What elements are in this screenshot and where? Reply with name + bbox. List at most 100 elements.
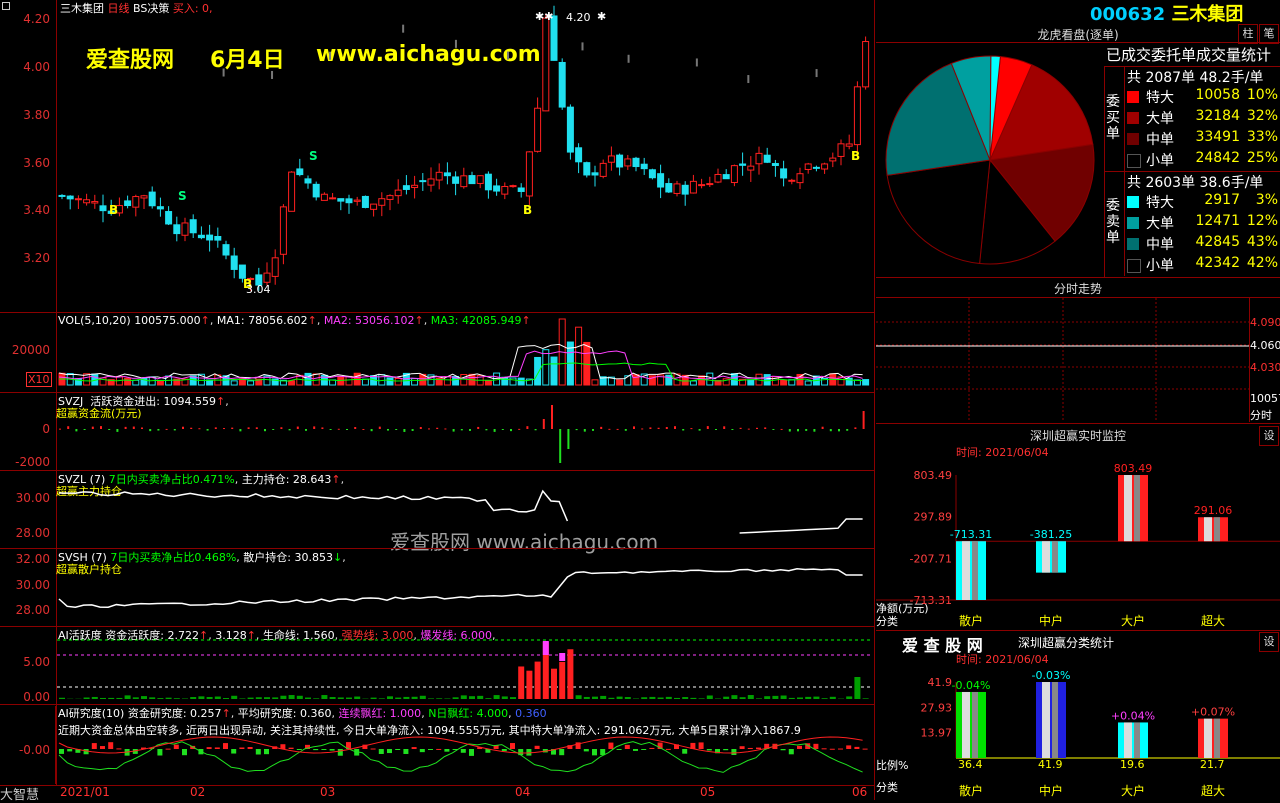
ai-act-axis-0: 5.00 — [0, 655, 50, 669]
svzj-bar — [116, 429, 118, 432]
ai-act-bar — [215, 697, 221, 699]
ai-res-bar — [863, 749, 868, 750]
svzj-bar — [567, 429, 569, 449]
svzj-bar — [723, 426, 725, 429]
ai-act-bar — [789, 698, 795, 699]
signal-S: S — [309, 149, 318, 163]
svzj-bar — [248, 427, 250, 429]
svzj-bar — [444, 428, 446, 429]
pie-slice-sell — [887, 160, 990, 263]
monitor-bar-shade — [1134, 475, 1140, 541]
classify-axis-label: 13.97 — [921, 727, 953, 740]
sell-swatch — [1127, 217, 1139, 229]
svzj-bar — [674, 426, 676, 429]
ai-res-bar — [116, 748, 121, 749]
ai-act-bar — [157, 698, 163, 699]
svzj-bar — [772, 429, 774, 430]
candle-body — [125, 201, 131, 206]
svzj-bar — [387, 429, 389, 431]
buy-swatch — [1127, 91, 1139, 103]
ai-act-bar — [371, 698, 377, 699]
ai-act-bar — [428, 698, 434, 699]
ai-act-bar — [797, 697, 803, 699]
x-axis-label-5: 06 — [852, 785, 867, 799]
monitor-settings-button[interactable]: 设 — [1259, 426, 1279, 446]
ai-act-bar — [379, 698, 385, 699]
candle-body — [731, 166, 737, 183]
candle-body — [371, 204, 377, 209]
ai-res-bar — [248, 747, 253, 749]
ai-res-bar — [822, 748, 827, 749]
ai-act-bar — [756, 698, 762, 699]
gray-marker — [581, 42, 583, 50]
gray-marker — [747, 75, 749, 83]
price-axis-label: 3.60 — [0, 156, 50, 170]
ai-act-bar — [461, 695, 467, 699]
monitor-bar-shine — [1042, 541, 1050, 572]
svzj-bar — [198, 428, 200, 429]
ai-act-bar — [830, 697, 836, 699]
ai-res-b: 平均研究度: 0.360 — [238, 707, 332, 720]
ai-act-bar — [207, 697, 213, 699]
classify-bar-shade — [1134, 722, 1140, 758]
ai-act-bar — [330, 697, 336, 699]
signal-B: B — [523, 203, 532, 217]
svzj-bar — [182, 427, 184, 429]
fenshi-vol: 10057 — [1250, 392, 1280, 405]
fenshi-chart[interactable] — [876, 298, 1250, 422]
fenshi-vol-label: 分时 — [1250, 407, 1272, 423]
ai-res-bar — [756, 748, 761, 749]
svzj-bar — [305, 429, 307, 431]
buy-row-name: 中单 — [1146, 129, 1174, 149]
svzj-bar — [166, 429, 168, 430]
ai-act-bar — [453, 697, 459, 699]
monitor-bar-shade — [1214, 517, 1220, 541]
vol-bar — [690, 381, 696, 385]
ai-res-bar — [830, 749, 835, 750]
svzj-bar — [748, 429, 750, 430]
classify-bar-shine — [1124, 722, 1132, 758]
ai-act-bar — [346, 698, 352, 699]
ai-res-bar — [256, 749, 261, 754]
candle-body — [444, 173, 450, 176]
buy-total: 共 2087单 48.2手/单 — [1127, 67, 1263, 87]
sell-row-name: 特大 — [1146, 192, 1174, 212]
ai-act-burst-bar — [559, 653, 565, 661]
ai-act-bar — [576, 695, 582, 699]
vol-bar — [133, 380, 139, 385]
ai-act-bar — [813, 697, 819, 699]
candle-body — [494, 186, 500, 191]
menu-icon[interactable] — [2, 2, 10, 10]
ai-act-bar — [846, 696, 852, 699]
svzj-bar — [608, 429, 610, 430]
ai-act-bar — [289, 695, 295, 699]
candle-body — [157, 207, 163, 209]
fenshi-axis-2: 4.030 — [1250, 361, 1280, 374]
classify-cat-label: 分类 — [876, 779, 898, 795]
buy-swatch — [1127, 154, 1141, 168]
candle-body — [215, 237, 221, 241]
candle-body — [526, 152, 532, 196]
order-pie-chart — [876, 44, 1104, 276]
ai-act-bar — [625, 697, 631, 699]
ai-act-bar — [239, 698, 245, 699]
ai-act-bar — [608, 698, 614, 699]
candle-body — [84, 200, 90, 203]
classify-change-label: +0.07% — [1191, 706, 1235, 719]
ai-res-bar — [182, 749, 187, 755]
ai-act-bar — [256, 697, 262, 699]
ai-res-bar — [740, 746, 745, 749]
ai-act-bar — [100, 698, 106, 699]
ai-act-bar — [584, 697, 590, 699]
classify-bar-shine — [1042, 682, 1050, 758]
svsh-axis-2: 28.00 — [0, 603, 50, 617]
classify-divider — [876, 630, 1280, 631]
ai-res-bar — [641, 749, 646, 750]
candlestick-chart[interactable]: BSSBBB✱✱✱ — [57, 0, 873, 312]
ai-res-bar — [297, 749, 302, 750]
candle-body — [428, 179, 434, 185]
svzj-bar — [805, 429, 807, 431]
classify-settings-button[interactable]: 设 — [1259, 632, 1279, 652]
monitor-bar-label: 291.06 — [1194, 504, 1233, 517]
ai-research-chart — [57, 735, 873, 785]
